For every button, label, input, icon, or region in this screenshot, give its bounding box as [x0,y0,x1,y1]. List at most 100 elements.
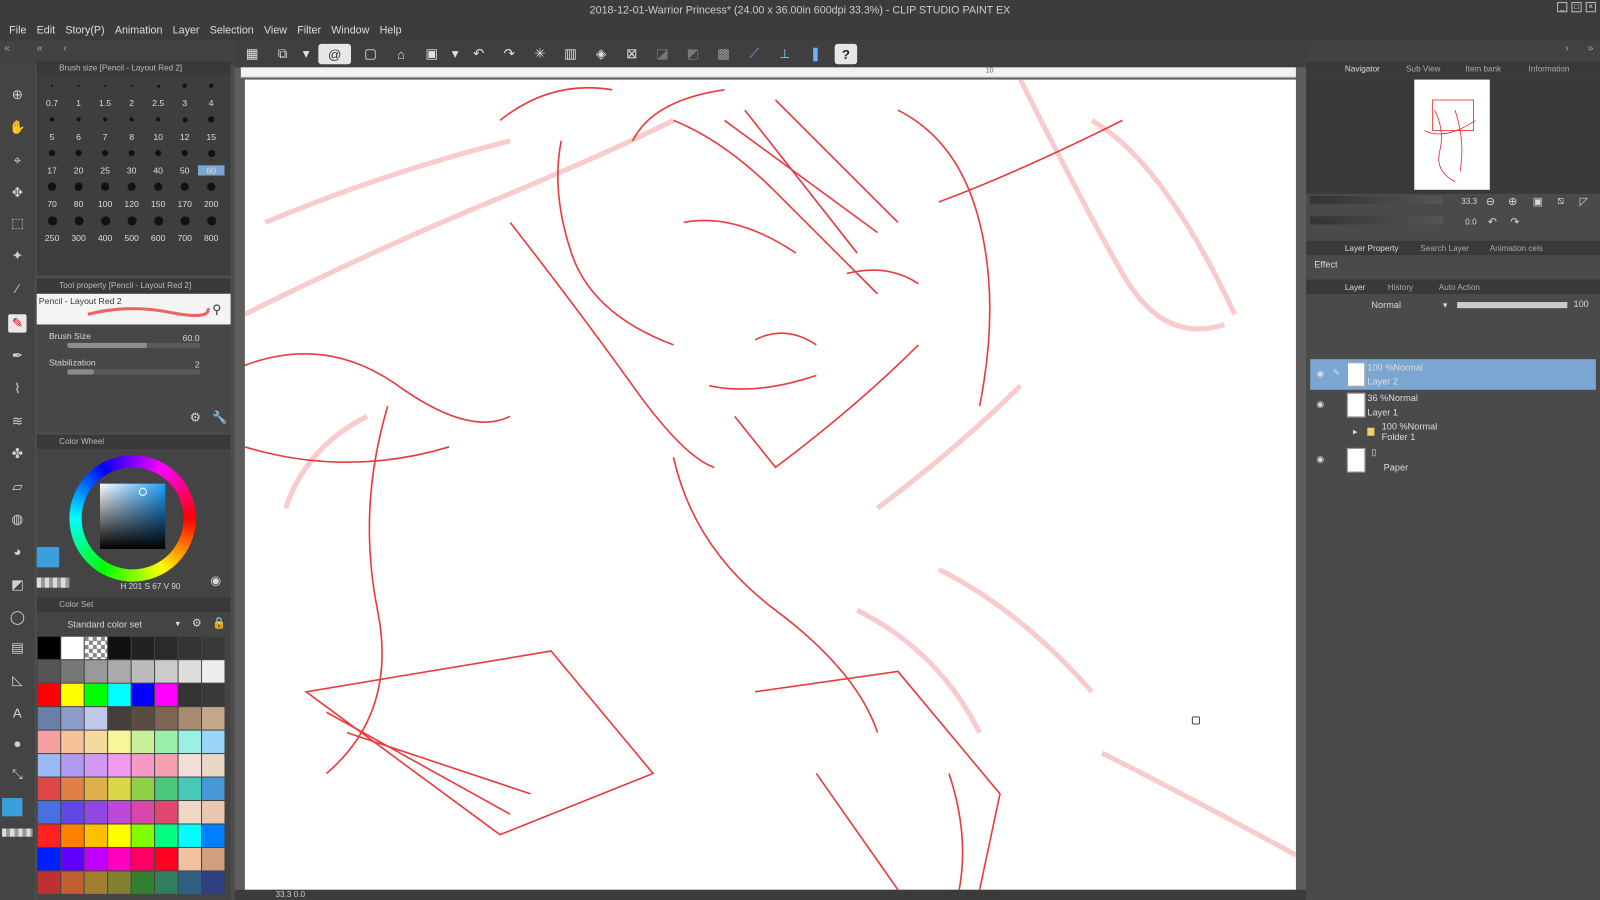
frame-icon[interactable]: ▤ [8,639,26,657]
color-swatch[interactable] [131,871,155,894]
color-swatch[interactable] [155,730,178,754]
brush-size-option[interactable]: 400 [92,233,119,243]
color-swatch[interactable] [178,777,202,800]
brush-size-option[interactable]: 120 [118,199,145,209]
color-swatch[interactable] [155,847,178,871]
color-swatch[interactable] [202,730,225,754]
brush-icon[interactable]: ⌇ [8,380,26,398]
operation-icon[interactable]: ⌖ [8,151,26,169]
color-swatch[interactable] [37,777,61,800]
new-icon[interactable]: ▢ [359,44,381,64]
color-swatch[interactable] [61,683,84,707]
close-icon[interactable]: × [1585,2,1596,13]
color-swatch[interactable] [108,777,131,800]
menu-animation[interactable]: Animation [110,24,168,36]
brush-size-option[interactable]: 12 [171,132,198,142]
color-mode-icon[interactable]: ◉ [210,573,221,587]
color-swatch[interactable] [108,754,131,777]
zoom-in-icon[interactable]: ⊕ [1508,195,1517,208]
color-swatch[interactable] [155,707,178,730]
help-icon[interactable]: ? [834,43,858,65]
brush-size-option[interactable]: 170 [171,199,198,209]
brush-size-option[interactable]: 2 [118,98,145,108]
color-set-settings-icon[interactable]: ⚙ [192,616,202,629]
color-swatch[interactable] [178,683,202,707]
blend-icon[interactable]: ◍ [8,510,26,528]
search-icon[interactable]: ⚲ [212,302,221,316]
correct-line-icon[interactable]: ⤡ [8,765,26,783]
expand-folder-icon[interactable]: ▸ [1353,427,1358,438]
zoom-value[interactable]: 33.3 [1461,197,1477,206]
brush-size-value[interactable]: 60.0 [183,333,200,343]
color-swatch[interactable] [84,707,108,730]
color-swatch[interactable] [202,707,225,730]
ruler-tool-icon[interactable]: ◺ [8,671,26,689]
brush-size-option[interactable]: 1.5 [92,98,119,108]
brush-size-option[interactable]: 25 [92,165,119,175]
tab-navigator[interactable]: Navigator [1345,64,1380,73]
pen-icon[interactable]: ✒ [8,347,26,365]
color-swatch[interactable] [61,824,84,847]
save-dropdown-icon[interactable]: ▾ [451,44,459,64]
tab-animation-cels[interactable]: Animation cels [1490,244,1543,253]
color-swatch[interactable] [178,730,202,754]
brush-size-option[interactable]: 600 [145,233,172,243]
eraser-tool-icon[interactable]: ▱ [8,478,26,496]
stabilization-value[interactable]: 2 [195,359,200,369]
tab-search-layer[interactable]: Search Layer [1420,244,1469,253]
color-swatch[interactable] [131,660,155,683]
color-swatch[interactable] [108,730,131,754]
zoom-icon[interactable]: ⊕ [8,86,26,104]
brush-size-option[interactable]: 70 [39,199,66,209]
color-swatch[interactable] [84,871,108,894]
chevron-down-icon[interactable]: ▾ [176,618,181,629]
color-swatch[interactable] [37,707,61,730]
settings-icon[interactable]: ⚙ [190,410,201,424]
color-swatch[interactable] [131,777,155,800]
eye-icon[interactable]: ◉ [1316,368,1324,379]
color-swatch[interactable] [61,660,84,683]
wrench-icon[interactable]: 🔧 [212,410,227,424]
color-swatch[interactable] [131,801,155,824]
menu-help[interactable]: Help [374,24,406,36]
color-swatch[interactable] [61,871,84,894]
color-swatch[interactable] [155,754,178,777]
select-all-icon[interactable]: ▩ [712,44,734,64]
color-swatch[interactable] [37,847,61,871]
color-swatch[interactable] [108,683,131,707]
color-swatch[interactable] [37,683,61,707]
brush-size-option[interactable]: 500 [118,233,145,243]
color-swatch[interactable] [155,636,178,660]
color-swatch[interactable] [37,754,61,777]
move-layer-icon[interactable]: ✥ [8,184,26,202]
status-zoom[interactable]: 33.3 [276,890,292,899]
loading-icon[interactable]: ✳ [529,44,551,64]
color-swatch[interactable] [202,871,225,894]
tab-layer[interactable]: Layer [1345,283,1365,292]
menu-view[interactable]: View [259,24,292,36]
color-swatch[interactable] [155,871,178,894]
color-swatch[interactable] [155,777,178,800]
color-swatch[interactable] [178,824,202,847]
color-swatch[interactable] [131,636,155,660]
maximize-icon[interactable]: □ [1571,2,1582,13]
collapse-left-icon[interactable]: « [4,43,10,54]
color-swatch[interactable] [84,801,108,824]
brush-size-option[interactable]: 8 [118,132,145,142]
figure-icon[interactable]: ◯ [8,608,26,626]
brush-size-option[interactable]: 40 [145,165,172,175]
color-swatch[interactable] [131,683,155,707]
main-color-swatch[interactable] [2,797,23,817]
color-swatch[interactable] [37,801,61,824]
grid-icon[interactable]: ▦ [241,44,263,64]
color-swatch[interactable] [61,777,84,800]
rotate-right-icon[interactable]: ↷ [1510,215,1519,228]
color-swatch[interactable] [61,636,84,660]
menu-layer[interactable]: Layer [168,24,205,36]
collapse-right-icon[interactable]: » [1588,43,1594,54]
color-swatch[interactable] [155,660,178,683]
minimize-icon[interactable]: _ [1557,2,1568,13]
color-swatch[interactable] [178,801,202,824]
brush-size-option[interactable]: 4 [198,98,225,108]
color-swatch[interactable] [84,777,108,800]
